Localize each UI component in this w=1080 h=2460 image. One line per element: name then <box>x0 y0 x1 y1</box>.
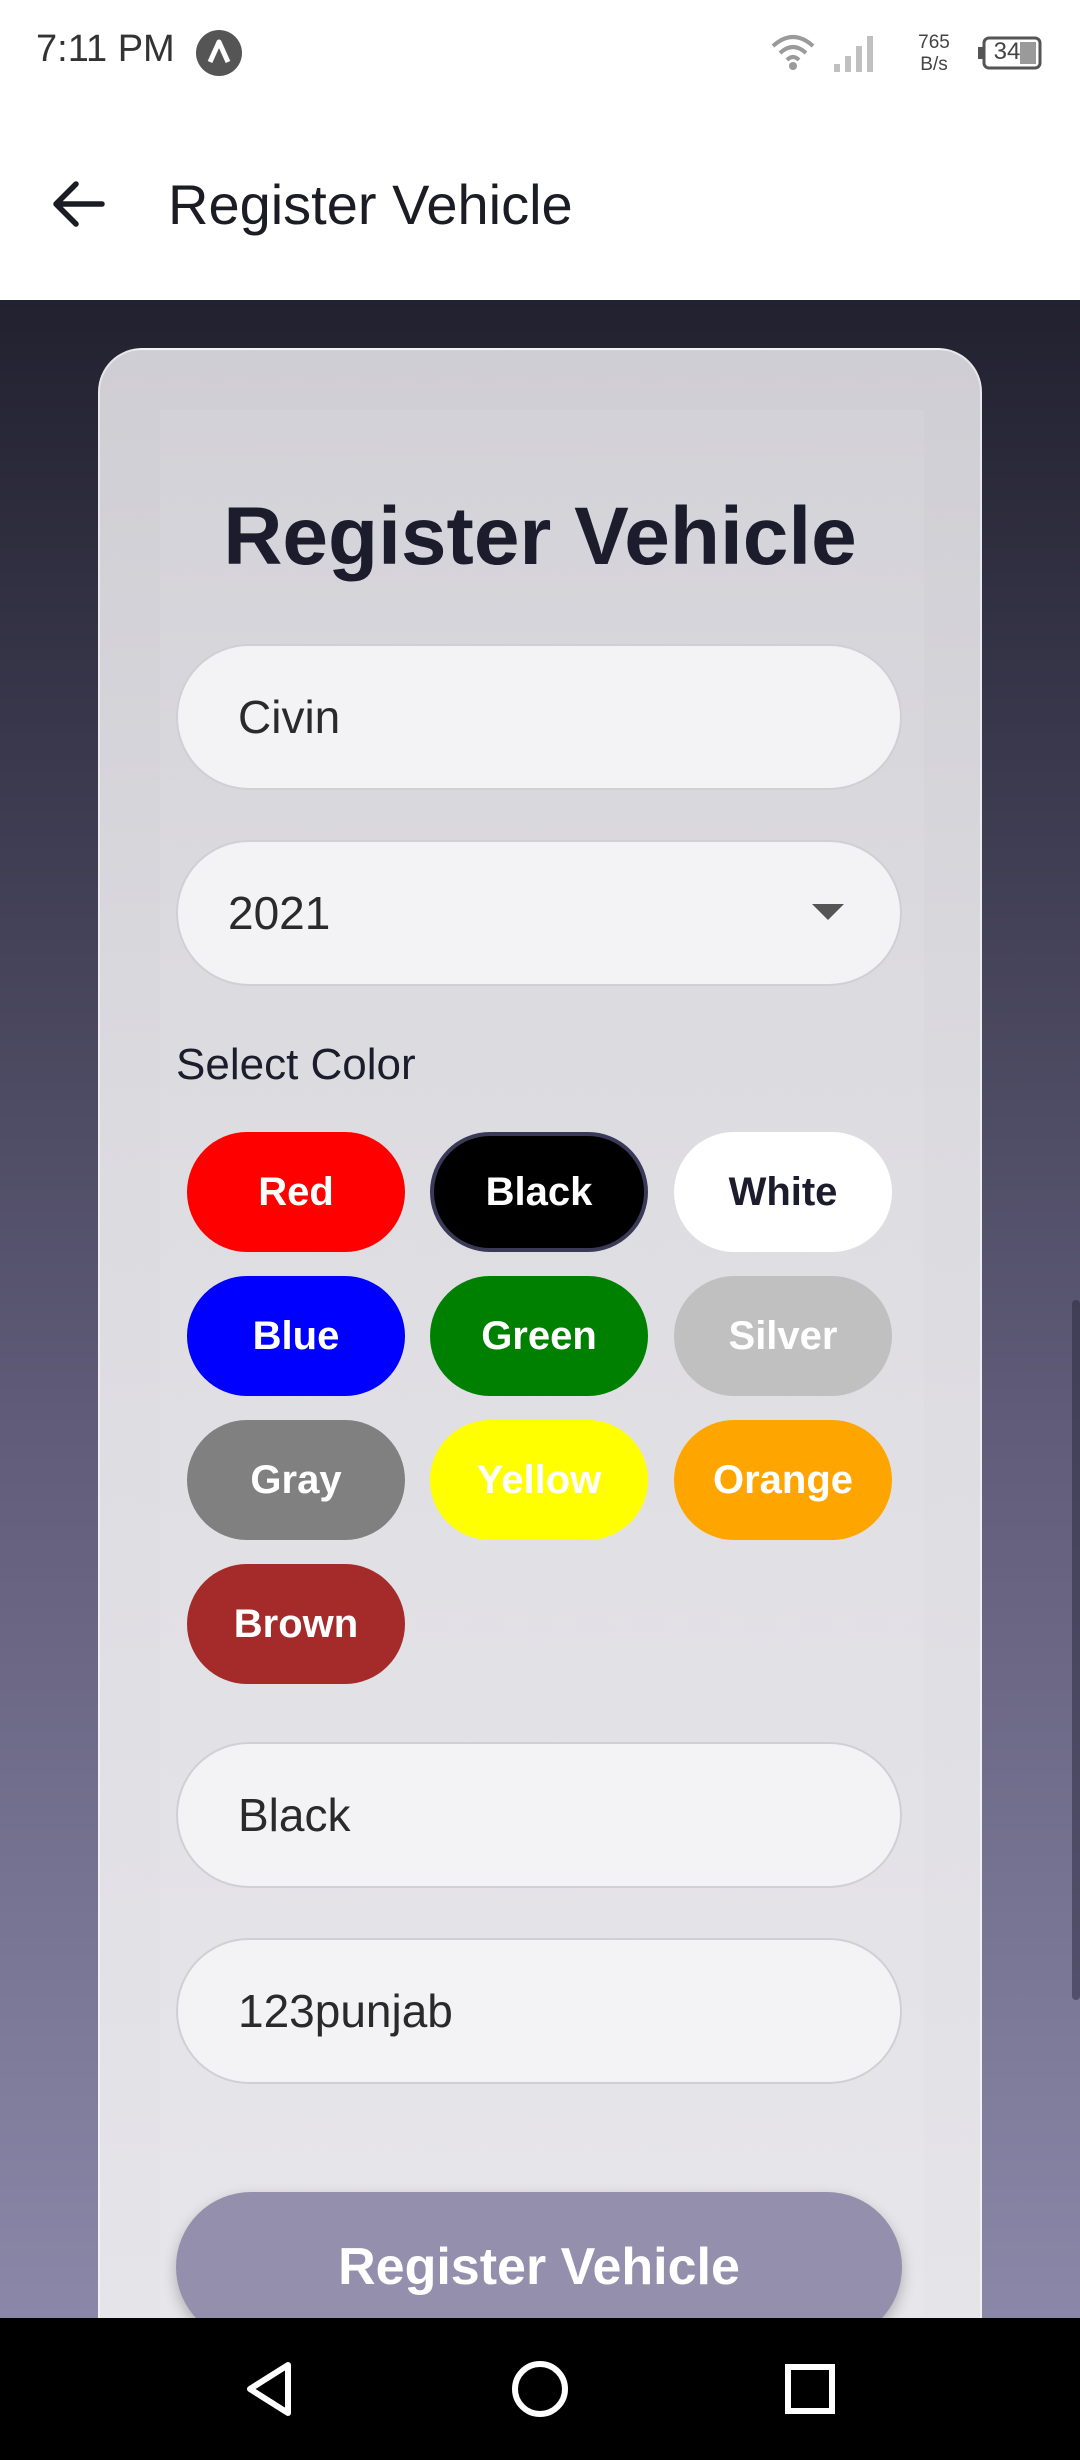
home-circle-icon <box>510 2359 570 2424</box>
color-chip-yellow[interactable]: Yellow <box>430 1420 648 1540</box>
recents-square-icon <box>782 2361 838 2422</box>
back-button[interactable] <box>40 168 116 244</box>
plate-input-value: 123punjab <box>238 1985 453 2037</box>
color-chip-silver[interactable]: Silver <box>674 1276 892 1396</box>
nav-home-button[interactable] <box>495 2346 585 2436</box>
app-bar: Register Vehicle <box>0 108 1080 300</box>
form-title: Register Vehicle <box>223 491 857 582</box>
color-chip-white[interactable]: White <box>674 1132 892 1252</box>
color-chip-brown[interactable]: Brown <box>187 1564 405 1684</box>
app-bar-title: Register Vehicle <box>168 173 573 236</box>
year-select[interactable]: 2021 <box>176 840 902 986</box>
nav-recents-button[interactable] <box>765 2346 855 2436</box>
status-bar: 7:11 PM 765 B/s 34 <box>0 0 1080 108</box>
wifi-icon <box>770 32 816 77</box>
back-triangle-icon <box>242 2359 298 2424</box>
arrow-left-icon <box>50 179 106 234</box>
color-input[interactable]: Black <box>176 1742 902 1888</box>
app-notification-icon <box>196 30 242 76</box>
model-input[interactable]: Civin <box>176 644 902 790</box>
net-speed-unit: B/s <box>920 54 948 75</box>
color-input-value: Black <box>238 1789 351 1841</box>
scrollbar[interactable] <box>1072 1300 1080 2000</box>
battery-level: 34 <box>993 38 1021 65</box>
register-vehicle-button[interactable]: Register Vehicle <box>176 2192 902 2318</box>
color-chip-gray[interactable]: Gray <box>187 1420 405 1540</box>
color-chip-red[interactable]: Red <box>187 1132 405 1252</box>
color-chip-green[interactable]: Green <box>430 1276 648 1396</box>
year-select-value: 2021 <box>228 887 331 939</box>
model-input-value: Civin <box>238 691 341 743</box>
screen: 7:11 PM 765 B/s 34 Register Vehicle Regi… <box>0 0 1080 2460</box>
system-nav-bar <box>0 2318 1080 2460</box>
status-icons: 765 B/s 34 <box>771 30 1044 80</box>
plate-input[interactable]: 123punjab <box>176 1938 902 2084</box>
color-chip-blue[interactable]: Blue <box>187 1276 405 1396</box>
content-area[interactable]: Register Vehicle Civin 2021 Select Color… <box>0 300 1080 2318</box>
select-color-label: Select Color <box>176 1040 416 1089</box>
signal-icon <box>832 32 876 79</box>
net-speed-value: 765 <box>918 32 950 53</box>
color-chip-black[interactable]: Black <box>430 1132 648 1252</box>
color-chip-orange[interactable]: Orange <box>674 1420 892 1540</box>
nav-back-button[interactable] <box>225 2346 315 2436</box>
chevron-down-icon <box>812 904 844 920</box>
status-time: 7:11 PM <box>36 28 175 70</box>
net-speed: 765 B/s <box>904 32 964 76</box>
